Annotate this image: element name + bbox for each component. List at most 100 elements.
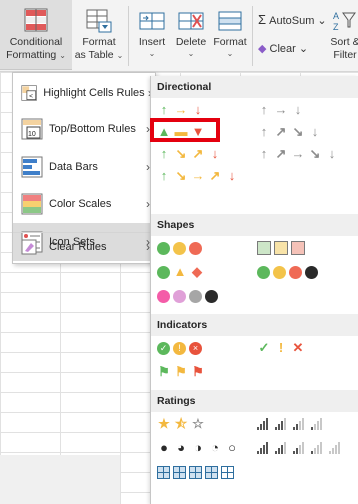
arrow-up-gray-icon: ↑ [260,146,268,161]
flag-red-icon: ⚑ [192,364,204,379]
arrow-right-icon: → [191,168,205,183]
box-grid-icon [157,465,170,479]
color-scales-icon [21,193,43,215]
circle-yellow-icon [173,241,186,255]
svg-text:Z: Z [333,22,339,32]
iconset-3-symbols-circled[interactable]: ✓ ! × [157,338,202,358]
sort-filter-icon: A Z [331,6,358,36]
arrow-down-gray-icon: ↓ [328,146,336,161]
iconset-3-traffic-lights-unrimmed[interactable] [157,238,202,258]
rimmed-red-icon [291,241,305,255]
sort-filter-label: Sort & [330,36,358,48]
rimmed-green-icon [257,241,271,255]
sheet-footer-area [0,455,120,504]
delete-dropdown-icon: ⌄ [187,49,195,58]
arrow-upright-gray-icon: ↗ [275,146,287,161]
iconset-5-arrows-gray[interactable]: ↑ ↗ → ↘ ↓ [257,144,339,164]
iconset-5-ratings[interactable] [257,438,344,458]
sort-filter-button[interactable]: A Z Sort & Filter [328,0,358,70]
delete-cells-icon [176,6,206,36]
box-grid-icon [221,465,234,479]
circle-green-icon [257,265,270,279]
circle-green-icon [157,265,170,279]
conditional-formatting-icon [21,6,51,36]
section-header-directional: Directional [151,76,358,98]
arrow-up-gray-icon: ↑ [260,102,268,117]
iconset-4-arrows-colored[interactable]: ↑ ↘ ↗ ↓ [157,144,222,164]
conditional-formatting-label-2: Formatting ⌄ [6,49,66,61]
eraser-icon: ◆ [258,43,267,55]
arrow-up-icon: ↑ [160,102,168,117]
autosum-button[interactable]: Σ AutoSum ⌄ [258,12,327,27]
conditional-formatting-button[interactable]: Conditional Formatting ⌄ [0,0,72,70]
format-cells-icon [215,6,245,36]
diamond-red-icon: ◆ [192,264,202,279]
autosum-label: AutoSum [269,15,315,27]
format-as-table-button[interactable]: Format as Table ⌄ [72,0,126,70]
section-header-indicators: Indicators [151,314,358,336]
top-bottom-icon: 10 [21,118,43,140]
x-circle-icon: × [189,341,202,355]
data-bars-icon [21,156,43,178]
signal-bars-icon [275,418,290,430]
insert-label: Insert [138,36,166,48]
circle-green-icon [157,241,170,255]
iconset-3-signs[interactable]: ▲ ◆ [157,262,204,282]
arrow-downright-gray-icon: ↘ [309,146,321,161]
iconset-5-quarters[interactable]: ● ◕ ◑ ◔ ○ [157,438,239,458]
arrow-up-icon: ↑ [160,146,168,161]
format-as-table-label-2: as Table ⌄ [74,49,124,61]
box-grid-icon [205,465,218,479]
arrow-down-gray-icon: ↓ [311,124,319,139]
iconset-3-arrows-colored[interactable]: ↑ → ↓ [157,100,205,120]
format-label: Format [213,36,247,48]
menu-item-top-bottom-rules[interactable]: 10 Top/Bottom Rules › [13,111,155,147]
circle-empty-icon: ○ [228,440,236,455]
arrow-upright-gray-icon: ↗ [275,124,287,139]
circle-red-icon [189,241,202,255]
iconset-3-traffic-lights-rimmed[interactable] [257,238,305,258]
iconset-5-arrows-colored[interactable]: ↑ ↘ → ↗ ↓ [157,166,239,186]
menu-item-label: Clear Rules [49,241,107,253]
sort-filter-label-2: Filter [333,49,357,61]
iconset-3-symbols[interactable]: ✓ ! ✕ [257,338,305,358]
iconset-4-traffic-lights[interactable] [257,262,318,282]
arrow-down-icon: ↓ [228,168,236,183]
check-icon: ✓ [258,340,270,355]
menu-item-data-bars[interactable]: Data Bars › [13,149,155,185]
conditional-formatting-label: Conditional [9,36,63,48]
delete-button[interactable]: Delete ⌄ [172,0,210,70]
ribbon-separator-2 [252,6,253,66]
svg-text:A: A [333,11,339,21]
circle-half-icon: ◑ [194,440,202,455]
circle-gray-icon [189,289,202,303]
menu-separator [13,232,155,233]
iconset-red-to-black[interactable] [157,286,218,306]
clear-button[interactable]: ◆ Clear ⌄ [258,42,308,55]
format-as-table-icon [85,6,113,36]
iconset-3-arrows-gray[interactable]: ↑ → ↓ [257,100,305,120]
iconset-4-arrows-gray[interactable]: ↑ ↗ ↘ ↓ [257,122,322,142]
iconset-3-flags[interactable]: ⚑ ⚑ ⚑ [157,362,205,382]
signal-bars-icon [311,418,326,430]
sigma-icon: Σ [258,12,267,27]
clear-dropdown-icon: ⌄ [298,43,309,55]
circle-black-icon [305,265,318,279]
insert-button[interactable]: Insert ⌄ [132,0,172,70]
arrow-downright-icon: ↘ [175,168,187,183]
menu-item-clear-rules[interactable]: Clear Rules › [13,234,155,260]
menu-item-highlight-cells-rules[interactable]: < Highlight Cells Rules › [13,75,155,111]
check-circle-icon: ✓ [157,341,170,355]
iconset-5-boxes[interactable] [157,462,234,482]
arrow-right-gray-icon: → [291,146,305,161]
format-button[interactable]: Format ⌄ [210,0,250,70]
insert-dropdown-icon: ⌄ [148,49,156,58]
iconset-4-ratings[interactable] [257,414,326,434]
iconset-3-stars[interactable]: ★ ⯪ ☆ [157,414,205,434]
arrow-upright-icon: ↘ [175,146,187,161]
menu-item-color-scales[interactable]: Color Scales › [13,186,155,222]
section-header-ratings: Ratings [151,390,358,412]
arrow-down-gray-icon: ↓ [294,102,302,117]
signal-bars-icon [257,418,272,430]
arrow-right-icon: → [174,102,188,117]
